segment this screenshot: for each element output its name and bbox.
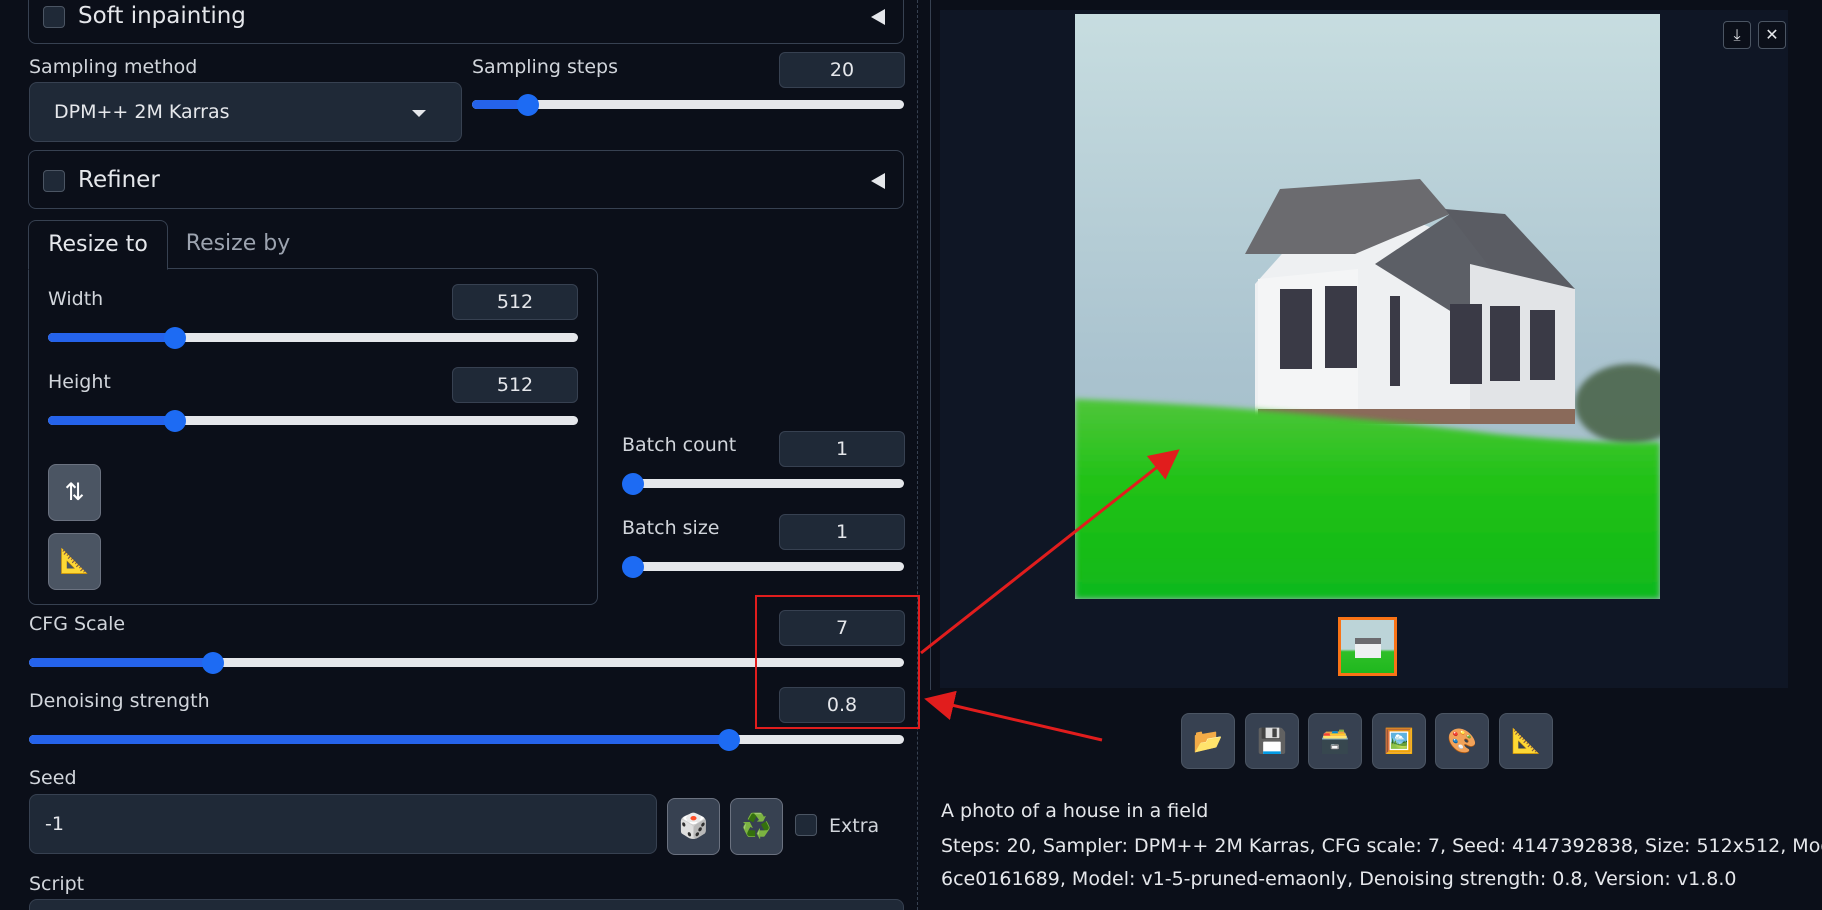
gallery-thumbnail[interactable] bbox=[1338, 617, 1397, 676]
refiner-label: Refiner bbox=[78, 167, 160, 193]
close-icon: ✕ bbox=[1765, 25, 1779, 44]
generated-image[interactable] bbox=[1075, 14, 1660, 599]
height-slider[interactable] bbox=[48, 409, 578, 432]
sampling-method-label: Sampling method bbox=[29, 56, 198, 78]
soft-inpainting-label: Soft inpainting bbox=[78, 3, 246, 29]
collapse-triangle-icon[interactable] bbox=[871, 9, 885, 25]
ruler-icon: 📐 bbox=[1511, 727, 1541, 755]
slider-thumb bbox=[201, 651, 224, 674]
thumbnail-house bbox=[1355, 638, 1381, 658]
seed-label: Seed bbox=[29, 767, 77, 789]
sampling-method-value: DPM++ 2M Karras bbox=[54, 101, 230, 123]
send-to-img2img-button[interactable]: 🖼️ bbox=[1372, 713, 1426, 769]
soft-inpainting-checkbox[interactable] bbox=[43, 6, 65, 28]
output-params-line2: 6ce0161689, Model: v1-5-pruned-emaonly, … bbox=[941, 868, 1737, 890]
tab-resize-by[interactable]: Resize by bbox=[168, 220, 308, 268]
random-seed-button[interactable]: 🎲 bbox=[667, 798, 720, 855]
cfg-scale-label: CFG Scale bbox=[29, 613, 126, 635]
sampling-steps-label: Sampling steps bbox=[472, 56, 618, 78]
sampling-steps-slider[interactable] bbox=[472, 93, 904, 116]
batch-count-label: Batch count bbox=[622, 434, 737, 456]
send-to-extras-button[interactable]: 📐 bbox=[1499, 713, 1553, 769]
save-icon: 💾 bbox=[1257, 727, 1287, 755]
archive-icon: 🗃️ bbox=[1320, 727, 1350, 755]
recycle-icon: ♻️ bbox=[741, 812, 772, 840]
swap-dimensions-button[interactable]: ⇅ bbox=[48, 464, 101, 521]
extra-label: Extra bbox=[829, 815, 880, 837]
script-dropdown[interactable] bbox=[29, 899, 904, 910]
collapse-triangle-icon[interactable] bbox=[871, 173, 885, 189]
tab-resize-to[interactable]: Resize to bbox=[28, 220, 168, 270]
width-label: Width bbox=[48, 288, 104, 310]
annotation-arrow-to-box bbox=[924, 690, 1103, 742]
palette-icon: 🎨 bbox=[1447, 727, 1477, 755]
download-button[interactable]: ⤓ bbox=[1723, 21, 1751, 49]
batch-size-label: Batch size bbox=[622, 517, 720, 539]
height-label: Height bbox=[48, 371, 111, 393]
open-folder-button[interactable]: 📂 bbox=[1181, 713, 1235, 769]
seed-input[interactable]: -1 bbox=[29, 794, 657, 854]
save-button[interactable]: 💾 bbox=[1245, 713, 1299, 769]
annotation-highlight-box bbox=[755, 595, 920, 729]
sampling-method-dropdown[interactable]: DPM++ 2M Karras bbox=[29, 82, 462, 142]
send-to-inpaint-button[interactable]: 🎨 bbox=[1435, 713, 1489, 769]
script-label: Script bbox=[29, 873, 85, 895]
slider-thumb bbox=[164, 326, 187, 349]
download-icon: ⤓ bbox=[1733, 25, 1741, 44]
output-prompt: A photo of a house in a field bbox=[941, 800, 1209, 822]
batch-count-input[interactable]: 1 bbox=[779, 431, 905, 467]
image-icon: 🖼️ bbox=[1384, 727, 1414, 755]
height-input[interactable]: 512 bbox=[452, 367, 578, 403]
slider-thumb bbox=[517, 93, 540, 116]
zip-button[interactable]: 🗃️ bbox=[1308, 713, 1362, 769]
denoising-strength-label: Denoising strength bbox=[29, 690, 210, 712]
close-preview-button[interactable]: ✕ bbox=[1758, 21, 1786, 49]
slider-thumb bbox=[164, 409, 187, 432]
refiner-accordion[interactable]: Refiner bbox=[28, 150, 904, 209]
batch-size-input[interactable]: 1 bbox=[779, 514, 905, 550]
swap-icon: ⇅ bbox=[64, 478, 85, 506]
extra-seed-checkbox[interactable] bbox=[795, 814, 817, 836]
slider-thumb bbox=[718, 728, 740, 751]
slider-thumb bbox=[622, 472, 644, 495]
denoising-strength-slider[interactable] bbox=[29, 728, 904, 751]
column-divider bbox=[917, 0, 918, 910]
folder-icon: 📂 bbox=[1193, 727, 1223, 755]
seed-value: -1 bbox=[45, 813, 64, 835]
soft-inpainting-accordion[interactable]: Soft inpainting bbox=[28, 0, 904, 44]
chevron-down-icon bbox=[412, 110, 426, 117]
reuse-seed-button[interactable]: ♻️ bbox=[730, 798, 783, 855]
sampling-steps-input[interactable]: 20 bbox=[779, 52, 905, 88]
width-slider[interactable] bbox=[48, 326, 578, 349]
dice-icon: 🎲 bbox=[678, 812, 709, 840]
batch-size-slider[interactable] bbox=[622, 555, 904, 578]
ruler-icon: 📐 bbox=[59, 547, 90, 575]
aspect-ratio-button[interactable]: 📐 bbox=[48, 533, 101, 590]
refiner-checkbox[interactable] bbox=[43, 170, 65, 192]
slider-thumb bbox=[622, 555, 644, 578]
output-params-line1: Steps: 20, Sampler: DPM++ 2M Karras, CFG… bbox=[941, 835, 1822, 857]
batch-count-slider[interactable] bbox=[622, 472, 904, 495]
width-input[interactable]: 512 bbox=[452, 284, 578, 320]
settings-panel: Soft inpainting Sampling method DPM++ 2M… bbox=[0, 0, 920, 910]
